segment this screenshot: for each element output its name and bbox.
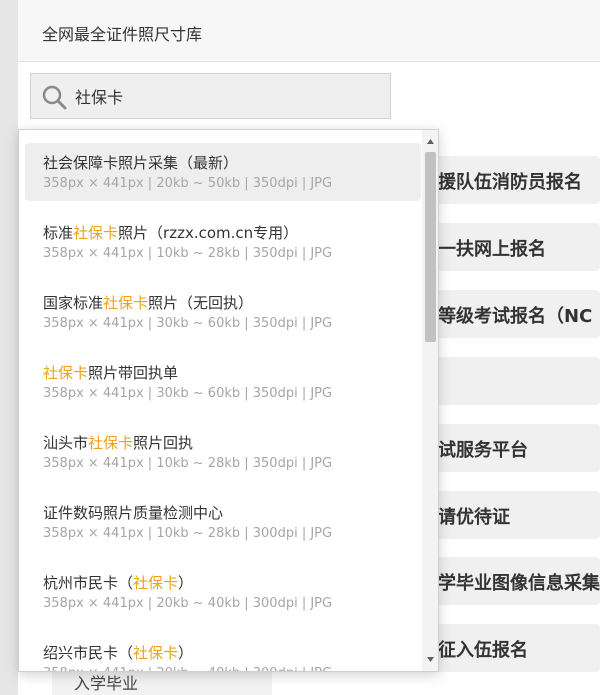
chevron-up-icon[interactable] bbox=[425, 136, 436, 147]
title-text: ） bbox=[178, 574, 194, 592]
suggestion-title: 标准社保卡照片（rzzx.com.cn专用） bbox=[43, 222, 298, 243]
suggestion-title: 杭州市民卡（社保卡） bbox=[43, 572, 193, 593]
chevron-down-icon[interactable] bbox=[425, 654, 436, 665]
suggestion-title: 证件数码照片质量检测中心 bbox=[43, 502, 223, 523]
background-card[interactable] bbox=[420, 357, 600, 405]
suggestion-meta: 358px × 441px | 20kb ~ 40kb | 300dpi | J… bbox=[43, 666, 332, 671]
suggestion-meta: 358px × 441px | 10kb ~ 28kb | 300dpi | J… bbox=[43, 526, 333, 541]
suggestion-item[interactable]: 杭州市民卡（社保卡） 358px × 441px | 20kb ~ 40kb | … bbox=[25, 563, 421, 621]
dropdown-scrollbar[interactable] bbox=[422, 130, 438, 671]
suggestion-item[interactable]: 汕头市社保卡照片回执 358px × 441px | 10kb ~ 28kb | … bbox=[25, 423, 421, 481]
suggestion-meta: 358px × 441px | 20kb ~ 50kb | 350dpi | J… bbox=[43, 176, 333, 191]
suggestion-list: 社会保障卡照片采集（最新） 358px × 441px | 20kb ~ 50kb… bbox=[19, 130, 424, 671]
suggestion-item[interactable]: 绍兴市民卡（社保卡） 358px × 441px | 20kb ~ 40kb | … bbox=[25, 633, 421, 671]
background-card-label: 一扶网上报名 bbox=[438, 239, 546, 260]
background-card[interactable]: 试服务平台 bbox=[420, 424, 600, 472]
title-text: 绍兴市民卡（ bbox=[43, 644, 134, 662]
title-text: 照片（无回执） bbox=[148, 294, 254, 312]
suggestion-title: 社会保障卡照片采集（最新） bbox=[43, 152, 238, 173]
suggestion-item[interactable]: 社会保障卡照片采集（最新） 358px × 441px | 20kb ~ 50kb… bbox=[25, 143, 421, 201]
suggestion-meta: 358px × 441px | 10kb ~ 28kb | 350dpi | J… bbox=[43, 246, 333, 261]
title-text: 照片（rzzx.com.cn专用） bbox=[118, 224, 299, 242]
background-card-label: 等级考试报名（NC bbox=[438, 306, 593, 327]
highlighted-keyword: 社保卡 bbox=[133, 574, 179, 592]
panel-header: 全网最全证件照尺寸库 bbox=[18, 0, 600, 62]
suggestion-item[interactable]: 社保卡照片带回执单 358px × 441px | 30kb ~ 60kb | 3… bbox=[25, 353, 421, 411]
suggestion-meta: 358px × 441px | 20kb ~ 40kb | 300dpi | J… bbox=[43, 596, 333, 611]
background-card-label: 学毕业图像信息采集 bbox=[438, 573, 600, 594]
bottom-category-label: 入学毕业 bbox=[74, 674, 139, 693]
suggestion-item[interactable]: 标准社保卡照片（rzzx.com.cn专用） 358px × 441px | 10… bbox=[25, 213, 421, 271]
background-card[interactable]: 等级考试报名（NC bbox=[420, 290, 600, 338]
highlighted-keyword: 社保卡 bbox=[103, 294, 149, 312]
background-card[interactable]: 征入伍报名 bbox=[420, 624, 600, 672]
suggestion-item[interactable]: 证件数码照片质量检测中心 358px × 441px | 10kb ~ 28kb … bbox=[25, 493, 421, 551]
title-text: 汕头市 bbox=[43, 434, 89, 452]
highlighted-keyword: 社保卡 bbox=[43, 364, 89, 382]
background-card[interactable]: 援队伍消防员报名 bbox=[420, 156, 600, 204]
suggestion-meta: 358px × 441px | 10kb ~ 28kb | 350dpi | J… bbox=[43, 456, 333, 471]
suggestion-title: 汕头市社保卡照片回执 bbox=[43, 432, 193, 453]
suggestion-title: 社保卡照片带回执单 bbox=[43, 362, 178, 383]
background-card[interactable]: 学毕业图像信息采集 bbox=[420, 557, 600, 605]
title-text: 社会保障卡照片采集（最新） bbox=[43, 154, 239, 172]
background-card-label: 请优待证 bbox=[438, 507, 510, 528]
background-card[interactable]: 一扶网上报名 bbox=[420, 223, 600, 271]
highlighted-keyword: 社保卡 bbox=[88, 434, 134, 452]
title-text: ） bbox=[178, 644, 194, 662]
suggestion-item[interactable]: 国家标准社保卡照片（无回执） 358px × 441px | 30kb ~ 60k… bbox=[25, 283, 421, 341]
suggestion-title: 绍兴市民卡（社保卡） bbox=[43, 642, 193, 663]
search-input[interactable] bbox=[75, 82, 375, 110]
suggestion-title: 国家标准社保卡照片（无回执） bbox=[43, 292, 253, 313]
background-card[interactable]: 请优待证 bbox=[420, 491, 600, 539]
search-box[interactable] bbox=[30, 73, 391, 119]
title-text: 杭州市民卡（ bbox=[43, 574, 134, 592]
scroll-thumb[interactable] bbox=[425, 152, 436, 342]
background-card-label: 征入伍报名 bbox=[438, 640, 528, 661]
background-card-label: 援队伍消防员报名 bbox=[438, 172, 582, 193]
highlighted-keyword: 社保卡 bbox=[73, 224, 119, 242]
suggestion-meta: 358px × 441px | 30kb ~ 60kb | 350dpi | J… bbox=[43, 316, 333, 331]
suggestion-meta: 358px × 441px | 30kb ~ 60kb | 350dpi | J… bbox=[43, 386, 333, 401]
title-text: 国家标准 bbox=[43, 294, 104, 312]
panel-title: 全网最全证件照尺寸库 bbox=[42, 25, 203, 44]
search-icon bbox=[42, 85, 67, 110]
title-text: 证件数码照片质量检测中心 bbox=[43, 504, 224, 522]
title-text: 照片带回执单 bbox=[88, 364, 179, 382]
title-text: 照片回执 bbox=[133, 434, 194, 452]
title-text: 标准 bbox=[43, 224, 74, 242]
bottom-category-strip[interactable]: 入学毕业 bbox=[52, 668, 272, 695]
background-card-label: 试服务平台 bbox=[438, 440, 528, 461]
highlighted-keyword: 社保卡 bbox=[133, 644, 179, 662]
search-suggestion-dropdown: 社会保障卡照片采集（最新） 358px × 441px | 20kb ~ 50kb… bbox=[18, 129, 439, 672]
